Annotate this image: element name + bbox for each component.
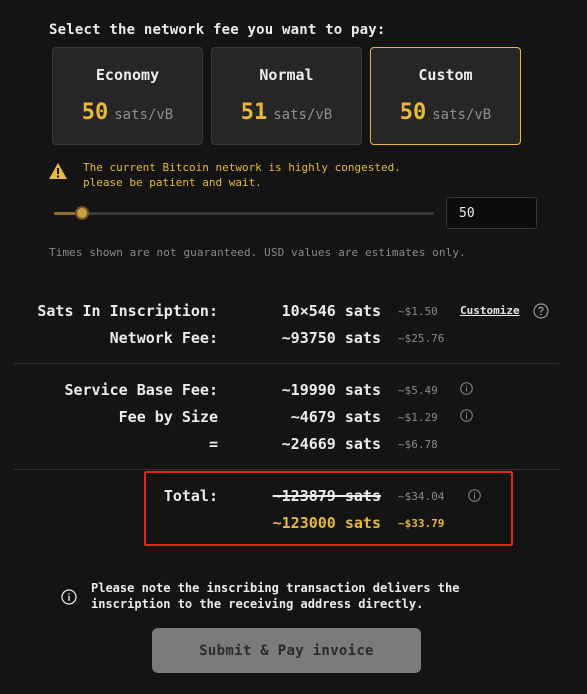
fee-rate-value: 50 (81, 100, 109, 125)
delivery-note: Please note the inscribing transaction d… (91, 580, 459, 612)
service-base-fee-usd: ~$5.49 (398, 384, 438, 397)
fee-option-name: Normal (259, 66, 314, 84)
fee-option-name: Custom (418, 66, 473, 84)
info-icon[interactable] (468, 489, 481, 502)
divider (14, 469, 559, 470)
help-icon[interactable] (533, 303, 549, 319)
total-highlight-box (144, 471, 513, 546)
total-label: Total: (163, 487, 218, 505)
network-fee-usd: ~$25.76 (398, 332, 445, 345)
network-fee-label: Network Fee: (109, 329, 218, 347)
network-fee-value: ~93750 sats (281, 329, 381, 347)
fee-rate-unit: sats/vB (273, 107, 333, 123)
info-icon[interactable] (460, 382, 473, 395)
fee-by-size-value: ~4679 sats (290, 408, 381, 426)
fee-by-size-label: Fee by Size (118, 408, 218, 426)
info-icon[interactable] (460, 409, 473, 422)
fee-rate-unit: sats/vB (432, 107, 492, 123)
info-icon (61, 589, 77, 605)
subtotal-value: ~24669 sats (281, 435, 381, 453)
warning-icon (49, 163, 67, 179)
inscription-label: Sats In Inscription: (37, 302, 218, 320)
estimate-disclaimer: Times shown are not guaranteed. USD valu… (49, 246, 466, 259)
customize-link[interactable]: Customize (460, 304, 520, 317)
total-discounted-usd: ~$33.79 (398, 517, 445, 530)
subtotal-label: = (208, 435, 218, 453)
fee-by-size-usd: ~$1.29 (398, 411, 438, 424)
total-original-usd: ~$34.04 (398, 490, 445, 503)
fee-option-rate: 51 sats/vB (212, 100, 361, 125)
fee-option-custom[interactable]: Custom 50 sats/vB (370, 47, 521, 145)
fee-slider-handle[interactable] (75, 206, 89, 220)
fee-rate-value: 51 (240, 100, 268, 125)
fee-option-economy[interactable]: Economy 50 sats/vB (52, 47, 203, 145)
fee-rate-unit: sats/vB (114, 107, 174, 123)
fee-heading: Select the network fee you want to pay: (49, 22, 386, 38)
warning-line: please be patient and wait. (83, 176, 262, 189)
custom-fee-input[interactable] (446, 197, 537, 229)
fee-slider-track[interactable] (54, 212, 434, 215)
note-line: Please note the inscribing transaction d… (91, 581, 460, 595)
submit-pay-button[interactable]: Submit & Pay invoice (152, 628, 421, 673)
total-discounted-value: ~123000 sats (272, 514, 381, 532)
fee-option-rate: 50 sats/vB (371, 100, 520, 125)
service-base-fee-value: ~19990 sats (281, 381, 381, 399)
service-base-fee-label: Service Base Fee: (64, 381, 218, 399)
note-line: inscription to the receiving address dir… (91, 597, 424, 611)
total-original-value: ~123879 sats (272, 487, 381, 505)
fee-option-normal[interactable]: Normal 51 sats/vB (211, 47, 362, 145)
subtotal-usd: ~$6.78 (398, 438, 438, 451)
fee-rate-value: 50 (399, 100, 427, 125)
congestion-warning: The current Bitcoin network is highly co… (83, 160, 401, 190)
fee-option-rate: 50 sats/vB (53, 100, 202, 125)
fee-option-name: Economy (95, 66, 160, 84)
divider (14, 363, 559, 364)
inscription-value: 10×546 sats (281, 302, 381, 320)
warning-line: The current Bitcoin network is highly co… (83, 161, 401, 174)
inscription-usd: ~$1.50 (398, 305, 438, 318)
